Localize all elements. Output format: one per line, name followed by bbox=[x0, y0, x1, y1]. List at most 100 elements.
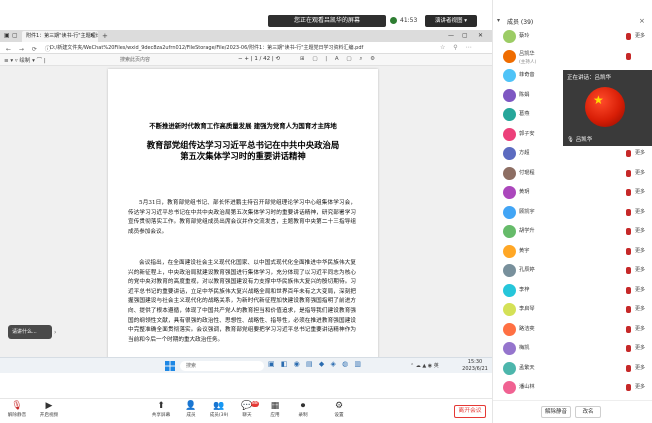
collapse-icon[interactable]: ▾ bbox=[497, 17, 500, 24]
participant-more-button[interactable]: 更多 bbox=[635, 325, 645, 332]
active-speaker-video[interactable]: 正在讲话：吕凯华 ★ 🎙 吕凯华 bbox=[563, 70, 652, 146]
microphone-muted-icon[interactable] bbox=[626, 247, 631, 255]
microphone-muted-icon[interactable] bbox=[626, 345, 631, 352]
participant-more-button[interactable]: 更多 bbox=[635, 227, 645, 234]
pdf-search-input[interactable]: 搜索此页内容 bbox=[120, 56, 150, 63]
navigation-icons[interactable]: ← → ⟳ ⓘ bbox=[6, 44, 54, 53]
microphone-muted-icon[interactable] bbox=[626, 208, 631, 216]
avatar bbox=[503, 127, 516, 141]
participant-role: (主持人) bbox=[519, 59, 537, 65]
taskbar-search-input[interactable]: 搜索 bbox=[180, 361, 264, 371]
pdf-view-tools[interactable]: ⊞ ▢ | A ▢ ⌕ ⚙ bbox=[300, 56, 378, 63]
pdf-toolbar: ≡ ▾ ▿ 绘制 ▾ ⌒ | 搜索此页内容 − + | 1 / 42 | ⟲ ⊞… bbox=[0, 54, 492, 66]
participant-row[interactable]: 李启琴 更多 bbox=[493, 301, 652, 320]
remote-tab-bar: ▣ ▢ 附件1：第三期"读书-行"主题理论... ✕ + — ▢ ✕ bbox=[0, 30, 492, 42]
participant-row[interactable]: 孟繁天 更多 bbox=[493, 360, 652, 379]
participant-row[interactable]: 黄宇 更多 bbox=[493, 243, 652, 262]
participant-more-button[interactable]: 更多 bbox=[635, 364, 645, 371]
unmute-button[interactable]: 🎙 解除静音 bbox=[2, 401, 32, 419]
participant-row[interactable]: 黄玥 更多 bbox=[493, 184, 652, 203]
participant-row[interactable]: 吕凯华 (主持人) bbox=[493, 48, 652, 67]
chat-notification-toast[interactable]: 请讲什么... bbox=[8, 325, 52, 339]
avatar bbox=[503, 342, 516, 355]
address-actions-icons[interactable]: ☆ ⚲ ⋯ bbox=[440, 44, 475, 51]
participant-more-button[interactable]: 更多 bbox=[635, 344, 645, 351]
microphone-muted-icon[interactable] bbox=[626, 267, 631, 274]
microphone-muted-icon[interactable] bbox=[626, 306, 631, 313]
avatar bbox=[503, 108, 516, 121]
gear-icon: ⚙ bbox=[334, 401, 344, 411]
participant-row[interactable]: 潘山林 更多 bbox=[493, 379, 652, 398]
settings-button[interactable]: ⚙ 设置 bbox=[324, 401, 354, 419]
microphone-muted-icon[interactable] bbox=[626, 52, 631, 60]
participant-row[interactable]: 李梓 更多 bbox=[493, 282, 652, 301]
apps-grid-icon: ▦ bbox=[270, 401, 280, 411]
microphone-muted-icon[interactable] bbox=[626, 228, 631, 235]
participant-more-button[interactable]: 更多 bbox=[635, 305, 645, 312]
participant-more-button[interactable]: 更多 bbox=[635, 208, 645, 215]
participant-more-button[interactable]: 更多 bbox=[635, 32, 645, 39]
minimize-icon[interactable]: — bbox=[448, 32, 454, 39]
participant-more-button[interactable]: 更多 bbox=[635, 188, 645, 195]
meeting-toolbar: 🎙 解除静音 ▶ 开启视频 ⬆ 共享屏幕 👤 成员 👥 成员(39) 💬 88 … bbox=[0, 398, 492, 423]
tab-close-icon[interactable]: ✕ bbox=[90, 31, 94, 42]
apps-label: 应用 bbox=[270, 413, 280, 418]
page-number-input[interactable]: − + | 1 / 42 | ⟲ bbox=[238, 56, 280, 62]
leave-meeting-button[interactable]: 离开会议 bbox=[454, 405, 486, 418]
microphone-muted-icon[interactable] bbox=[626, 384, 631, 391]
document-header: 不断推进新时代教育工作高质量发展 建强为党育人为国育才主阵地 bbox=[149, 122, 337, 130]
avatar bbox=[503, 30, 516, 43]
participant-more-button[interactable]: 更多 bbox=[635, 169, 645, 176]
avatar bbox=[503, 303, 516, 316]
chevron-right-icon[interactable]: › bbox=[54, 329, 56, 336]
new-tab-icon[interactable]: + bbox=[102, 31, 108, 42]
microphone-muted-icon[interactable] bbox=[626, 33, 631, 40]
chat-button[interactable]: 💬 88 聊天 bbox=[232, 401, 262, 419]
record-icon: ⏺ bbox=[300, 401, 306, 411]
participant-more-button[interactable]: 更多 bbox=[635, 149, 645, 156]
participant-row[interactable]: 方超 更多 bbox=[493, 145, 652, 164]
participant-row[interactable]: 胡学升 更多 bbox=[493, 223, 652, 242]
rename-button[interactable]: 改名 bbox=[575, 406, 601, 418]
close-icon[interactable]: × bbox=[639, 17, 645, 25]
windows-start-icon[interactable] bbox=[165, 361, 175, 371]
speaking-indicator: 正在讲话：吕凯华 bbox=[567, 75, 612, 81]
address-bar[interactable]: D:/新建文件夹/WeChat%20Files/wxid_9dec8za2ufr… bbox=[50, 44, 438, 53]
microphone-muted-icon[interactable] bbox=[626, 325, 631, 333]
participant-more-button[interactable]: 更多 bbox=[635, 383, 645, 390]
unmute-all-button[interactable]: 解除静音 bbox=[541, 406, 571, 418]
members-button[interactable]: 👤 成员 bbox=[176, 401, 206, 419]
tab-list-icon[interactable]: ▢ bbox=[12, 32, 18, 39]
close-icon[interactable]: ✕ bbox=[478, 32, 483, 39]
participant-row[interactable]: 路洁奕 更多 bbox=[493, 321, 652, 340]
avatar bbox=[503, 244, 516, 258]
meeting-timer: 41:53 bbox=[400, 17, 418, 24]
record-button[interactable]: ⏺ 录制 bbox=[288, 401, 318, 419]
apps-button[interactable]: ▦ 应用 bbox=[260, 401, 290, 419]
microphone-muted-icon[interactable] bbox=[626, 169, 631, 177]
microphone-muted-icon[interactable] bbox=[626, 286, 631, 294]
member-list-button[interactable]: 👥 成员(39) bbox=[204, 401, 234, 419]
system-tray[interactable]: ⌃ ☁ ▲ ◉ 英 bbox=[410, 362, 439, 369]
participant-more-button[interactable]: 更多 bbox=[635, 266, 645, 273]
pdf-viewport: 不断推进新时代教育工作高质量发展 建强为党育人为国育才主阵地 教育部党组传达学习… bbox=[0, 67, 492, 357]
start-video-button[interactable]: ▶ 开启视频 bbox=[34, 401, 64, 419]
participant-panel: ▾ 成员 (39) × 蔡玲更多吕凯华(主持人)菲奇音陈娟葛燕郭子安更多方超更多… bbox=[492, 0, 652, 423]
participant-row[interactable]: 付琨程 更多 bbox=[493, 165, 652, 184]
participant-name: 顾凯宇 bbox=[519, 208, 535, 215]
participant-row[interactable]: 顾凯宇 更多 bbox=[493, 204, 652, 223]
participant-row[interactable]: 蔡玲 更多 bbox=[493, 28, 652, 47]
browser-tab[interactable]: 附件1：第三期"读书-行"主题理论... bbox=[22, 31, 98, 42]
microphone-muted-icon[interactable] bbox=[626, 150, 631, 157]
speaker-view-button[interactable]: 演讲者视图 ▾ bbox=[425, 15, 477, 27]
participant-more-button[interactable]: 更多 bbox=[635, 286, 645, 293]
microphone-muted-icon[interactable] bbox=[626, 189, 631, 196]
participant-row[interactable]: 梅凯 更多 bbox=[493, 340, 652, 359]
share-screen-button[interactable]: ⬆ 共享屏幕 bbox=[146, 401, 176, 419]
participant-row[interactable]: 孔辰婷 更多 bbox=[493, 262, 652, 281]
maximize-icon[interactable]: ▢ bbox=[462, 32, 468, 39]
microphone-muted-icon[interactable] bbox=[626, 364, 631, 372]
participant-more-button[interactable]: 更多 bbox=[635, 247, 645, 254]
taskbar-app-icons[interactable]: ▣ ◧ ◉ ▤ ◆ ◈ ◍ ▥ bbox=[268, 360, 363, 368]
pdf-draw-tools[interactable]: ≡ ▾ ▿ 绘制 ▾ ⌒ | bbox=[4, 56, 46, 64]
